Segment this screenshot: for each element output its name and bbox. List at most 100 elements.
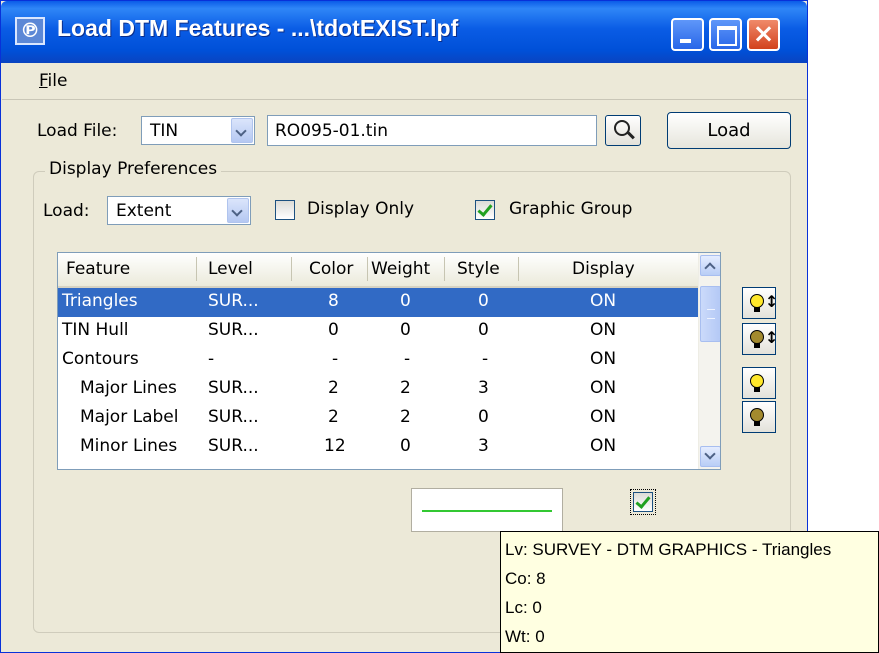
cell-display: ON <box>590 407 617 427</box>
table-row[interactable]: Minor Lines SUR... 12 0 3 ON <box>58 433 698 462</box>
title-bar[interactable]: ℗ Load DTM Features - ...\tdotEXIST.lpf … <box>1 1 807 63</box>
column-header-display[interactable]: Display <box>572 259 635 281</box>
preview-line <box>422 510 552 512</box>
cell-weight: 2 <box>400 407 411 427</box>
load-mode-value: Extent <box>116 201 172 221</box>
tooltip-line-code: Lc: 0 <box>505 598 542 617</box>
cell-weight: 2 <box>400 378 411 398</box>
scroll-up-icon[interactable] <box>700 255 720 276</box>
menu-bar: File <box>2 63 807 100</box>
cell-style: 3 <box>478 436 489 456</box>
toggle-display-down-button[interactable]: ↕ <box>742 323 779 355</box>
cell-display: ON <box>590 436 617 456</box>
cell-style: 0 <box>478 291 489 311</box>
display-on-button[interactable] <box>742 367 776 399</box>
column-divider[interactable] <box>518 257 519 281</box>
lightbulb-off-icon <box>750 408 764 426</box>
cell-weight: - <box>404 349 411 369</box>
app-icon: ℗ <box>15 17 45 45</box>
column-divider[interactable] <box>291 257 292 281</box>
column-divider[interactable] <box>367 257 368 281</box>
file-path-input[interactable]: RO095-01.tin <box>267 115 597 146</box>
up-down-arrow-icon: ↕ <box>765 328 779 347</box>
cell-display: ON <box>590 320 617 340</box>
column-header-color[interactable]: Color <box>309 259 353 281</box>
cell-display: ON <box>590 291 617 311</box>
graphic-group-label: Graphic Group <box>509 199 633 219</box>
chevron-down-icon[interactable] <box>227 198 249 223</box>
cell-weight: 0 <box>400 291 411 311</box>
cell-level: SUR... <box>208 378 259 398</box>
cell-style: 0 <box>478 320 489 340</box>
cell-color: 0 <box>328 320 339 340</box>
cell-style: - <box>482 349 489 369</box>
cell-level: SUR... <box>208 291 259 311</box>
menu-file[interactable]: File <box>39 71 67 91</box>
lightbulb-on-icon <box>750 294 764 312</box>
file-type-value: TIN <box>150 121 179 141</box>
lightbulb-off-icon <box>750 330 764 348</box>
cell-feature: Minor Lines <box>80 436 178 456</box>
window-title: Load DTM Features - ...\tdotEXIST.lpf <box>57 15 459 41</box>
cell-level: SUR... <box>208 436 259 456</box>
column-divider[interactable] <box>444 257 445 281</box>
cell-display: ON <box>590 349 617 369</box>
search-icon <box>614 120 630 136</box>
load-file-label: Load File: <box>37 121 118 141</box>
maximize-button[interactable] <box>709 18 742 51</box>
display-off-button[interactable] <box>742 401 776 433</box>
close-icon: × <box>752 19 775 49</box>
cell-color: 2 <box>328 378 339 398</box>
file-type-dropdown[interactable]: TIN <box>141 116 255 145</box>
tooltip-color: Co: 8 <box>505 569 546 588</box>
up-down-arrow-icon: ↕ <box>765 292 779 311</box>
table-scrollbar[interactable] <box>698 253 720 469</box>
toggle-display-up-button[interactable]: ↕ <box>742 287 779 319</box>
cell-level: - <box>208 349 215 369</box>
cell-feature: Major Label <box>80 407 179 427</box>
cell-feature: TIN Hull <box>62 320 129 340</box>
load-mode-dropdown[interactable]: Extent <box>107 196 251 225</box>
cell-feature: Contours <box>62 349 139 369</box>
cell-color: 2 <box>328 407 339 427</box>
cell-style: 0 <box>478 407 489 427</box>
cell-feature: Major Lines <box>80 378 177 398</box>
column-header-style[interactable]: Style <box>457 259 500 281</box>
cell-color: 8 <box>328 291 339 311</box>
chevron-down-icon[interactable] <box>231 118 253 143</box>
scroll-down-icon[interactable] <box>700 446 720 467</box>
cell-weight: 0 <box>400 436 411 456</box>
close-button[interactable]: × <box>747 18 780 51</box>
graphic-group-checkbox[interactable] <box>475 200 495 220</box>
table-row[interactable]: Major Lines SUR... 2 2 3 ON <box>58 375 698 404</box>
cell-level: SUR... <box>208 320 259 340</box>
display-only-checkbox[interactable] <box>275 200 295 220</box>
scrollbar-thumb[interactable] <box>700 286 720 342</box>
minimize-button[interactable] <box>671 18 704 51</box>
table-row[interactable]: Major Label SUR... 2 2 0 ON <box>58 404 698 433</box>
browse-button[interactable] <box>605 115 641 146</box>
lightbulb-on-icon <box>750 374 764 392</box>
cell-color: 12 <box>324 436 346 456</box>
tooltip-weight: Wt: 0 <box>505 627 545 646</box>
table-row[interactable]: TIN Hull SUR... 0 0 0 ON <box>58 317 698 346</box>
display-only-label: Display Only <box>307 199 415 219</box>
table-row[interactable]: Contours - - - - ON <box>58 346 698 375</box>
column-divider[interactable] <box>196 257 197 281</box>
file-path-value: RO095-01.tin <box>275 121 388 141</box>
load-button[interactable]: Load <box>667 112 791 149</box>
cell-weight: 0 <box>400 320 411 340</box>
table-header: Feature Level Color Weight Style Display <box>58 253 698 288</box>
column-header-weight[interactable]: Weight <box>371 259 430 281</box>
cell-feature: Triangles <box>62 291 138 311</box>
column-header-level[interactable]: Level <box>208 259 253 281</box>
symbology-preview <box>411 488 563 532</box>
tooltip-level: Lv: SURVEY - DTM GRAPHICS - Triangles <box>505 540 832 559</box>
preview-checkbox[interactable] <box>630 489 656 515</box>
column-header-feature[interactable]: Feature <box>66 259 130 281</box>
cell-color: - <box>332 349 339 369</box>
cell-style: 3 <box>478 378 489 398</box>
table-row[interactable]: Triangles SUR... 8 0 0 ON <box>58 288 698 317</box>
cell-display: ON <box>590 378 617 398</box>
display-preferences-title: Display Preferences <box>45 159 222 179</box>
